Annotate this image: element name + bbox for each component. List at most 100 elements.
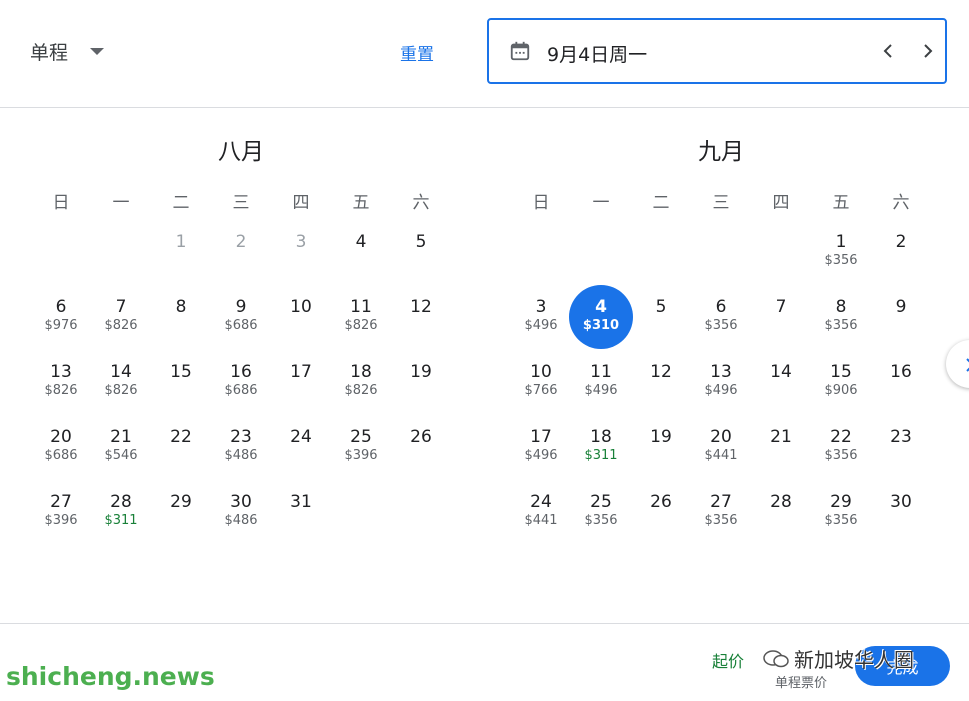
trip-type-label: 单程: [30, 42, 69, 64]
day-price: $356: [824, 448, 858, 463]
day-number: 28: [770, 492, 792, 512]
calendar-day[interactable]: 17: [271, 354, 331, 419]
calendar-day[interactable]: 27 $356: [691, 484, 751, 549]
calendar-day[interactable]: 9 $686: [211, 289, 271, 354]
day-number: 7: [775, 297, 787, 317]
calendar-day[interactable]: 8: [151, 289, 211, 354]
calendar-day[interactable]: 16 $686: [211, 354, 271, 419]
day-number: 9: [235, 297, 247, 317]
day-number: 30: [230, 492, 252, 512]
calendar-day[interactable]: 5: [631, 289, 691, 354]
day-number: 24: [290, 427, 312, 447]
calendar-day[interactable]: 24 $441: [511, 484, 571, 549]
calendar-day[interactable]: 7: [751, 289, 811, 354]
day-number: 12: [650, 362, 672, 382]
calendar-day[interactable]: 8 $356: [811, 289, 871, 354]
calendar-day[interactable]: 23 $486: [211, 419, 271, 484]
day-price: $310: [582, 318, 620, 333]
chevron-right-icon[interactable]: [916, 39, 940, 63]
calendar-day[interactable]: 6 $356: [691, 289, 751, 354]
calendar-day[interactable]: 7 $826: [91, 289, 151, 354]
calendar-day[interactable]: 9: [871, 289, 931, 354]
day-number: 11: [350, 297, 372, 317]
day-number: 17: [530, 427, 552, 447]
day-number: 5: [655, 297, 667, 317]
calendar-day[interactable]: 29 $356: [811, 484, 871, 549]
calendar-day[interactable]: 25 $356: [571, 484, 631, 549]
calendar-day[interactable]: 1 $356: [811, 224, 871, 289]
calendar-day[interactable]: 22 $356: [811, 419, 871, 484]
calendar-day[interactable]: 28: [751, 484, 811, 549]
month-title: 八月: [218, 139, 264, 165]
empty-cell: [571, 224, 631, 289]
calendar-day[interactable]: 21: [751, 419, 811, 484]
calendar-day[interactable]: 3 $496: [511, 289, 571, 354]
calendar-day[interactable]: 30: [871, 484, 931, 549]
day-price: $356: [824, 513, 858, 528]
day-price: $311: [584, 448, 618, 463]
day-price: $766: [524, 383, 558, 398]
calendar-day[interactable]: 5: [391, 224, 451, 289]
day-number: 22: [170, 427, 192, 447]
day-number: 27: [50, 492, 72, 512]
day-price: $686: [224, 383, 258, 398]
month-august: 八月 日 一 二 三 四 五 六 1 2 3 4 5 6 $976 7 $826 8 9 $686 10…: [31, 128, 451, 549]
calendar-day[interactable]: 30 $486: [211, 484, 271, 549]
watermark-text: shicheng.news: [6, 662, 215, 691]
calendar-day[interactable]: 17 $496: [511, 419, 571, 484]
calendar-day[interactable]: 13 $496: [691, 354, 751, 419]
day-number: 9: [895, 297, 907, 317]
calendar-day[interactable]: 26: [391, 419, 451, 484]
day-price: $686: [44, 448, 78, 463]
calendar-day[interactable]: 12: [631, 354, 691, 419]
chevron-left-icon[interactable]: [876, 39, 900, 63]
day-number: 8: [835, 297, 847, 317]
day-number: 31: [290, 492, 312, 512]
calendar-day[interactable]: 4: [331, 224, 391, 289]
calendar-day[interactable]: 22: [151, 419, 211, 484]
day-number: 15: [830, 362, 852, 382]
calendar-day[interactable]: 15 $906: [811, 354, 871, 419]
calendar-day[interactable]: 21 $546: [91, 419, 151, 484]
calendar-day[interactable]: 31: [271, 484, 331, 549]
calendar-day[interactable]: 14 $826: [91, 354, 151, 419]
calendar-day[interactable]: 2: [871, 224, 931, 289]
weekday-label: 六: [892, 192, 910, 213]
calendar-day[interactable]: 6 $976: [31, 289, 91, 354]
calendar-day[interactable]: 18 $826: [331, 354, 391, 419]
day-number: 28: [110, 492, 132, 512]
day-price: $441: [704, 448, 738, 463]
calendar-day[interactable]: 18 $311: [571, 419, 631, 484]
calendar-day[interactable]: 11 $826: [331, 289, 391, 354]
calendar-day[interactable]: 26: [631, 484, 691, 549]
day-number: 10: [530, 362, 552, 382]
calendar-day[interactable]: 25 $396: [331, 419, 391, 484]
calendar-day[interactable]: 27 $396: [31, 484, 91, 549]
calendar-day[interactable]: 29: [151, 484, 211, 549]
calendar-day[interactable]: 20 $441: [691, 419, 751, 484]
price-note: 单程票价: [775, 676, 828, 691]
calendar-day[interactable]: 28 $311: [91, 484, 151, 549]
calendar-day[interactable]: 24: [271, 419, 331, 484]
calendar-day[interactable]: 20 $686: [31, 419, 91, 484]
calendar-day[interactable]: 10 $766: [511, 354, 571, 419]
calendar-day[interactable]: 10: [271, 289, 331, 354]
calendar-day[interactable]: 19: [631, 419, 691, 484]
calendar-day[interactable]: 14: [751, 354, 811, 419]
day-number: 29: [830, 492, 852, 512]
calendar-day[interactable]: 15: [151, 354, 211, 419]
trip-type-dropdown[interactable]: 单程: [30, 38, 105, 65]
day-number: 13: [710, 362, 732, 382]
calendar-day-selected[interactable]: 4 $310: [569, 285, 633, 354]
calendar-day[interactable]: 13 $826: [31, 354, 91, 419]
departure-date-field[interactable]: 9月4日周一: [487, 18, 947, 84]
weekday-header: 日 一 二 三 四 五 六: [511, 176, 931, 224]
day-number: 15: [170, 362, 192, 382]
calendar-day[interactable]: 11 $496: [571, 354, 631, 419]
calendar-day[interactable]: 19: [391, 354, 451, 419]
calendar-day[interactable]: 23: [871, 419, 931, 484]
calendar-day[interactable]: 12: [391, 289, 451, 354]
scroll-next-button[interactable]: [946, 340, 969, 388]
reset-button[interactable]: 重置: [400, 40, 434, 65]
calendar-day[interactable]: 16: [871, 354, 931, 419]
